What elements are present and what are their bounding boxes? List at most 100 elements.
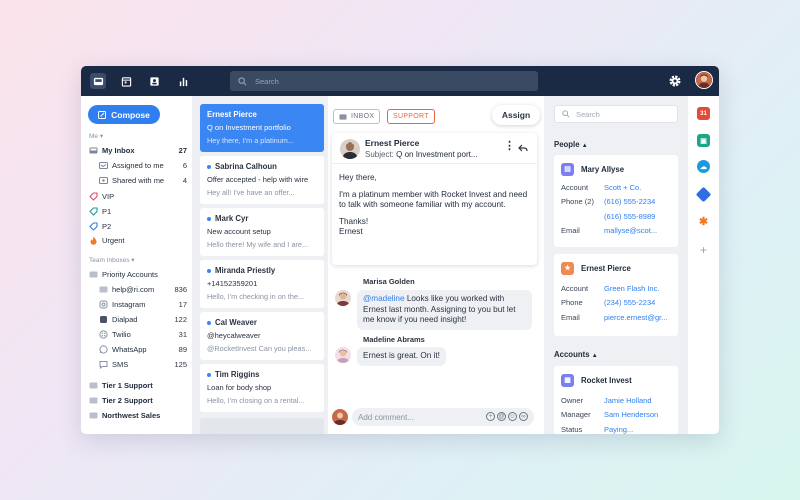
field-label: Email bbox=[561, 226, 580, 236]
message-text: I'm a platinum member with Rocket Invest… bbox=[339, 189, 528, 210]
tag-icon bbox=[89, 206, 98, 216]
compose-icon bbox=[98, 110, 107, 119]
account-card[interactable]: ▦ Rocket Invest Owner Jamie Holland Manage… bbox=[554, 366, 678, 434]
section-team-inboxes[interactable]: Team Inboxes ▾ bbox=[89, 256, 135, 264]
inbox-tag[interactable]: INBOX bbox=[333, 109, 381, 124]
field-label: Email bbox=[561, 312, 580, 322]
compose-button[interactable]: Compose bbox=[88, 105, 160, 124]
instagram-icon bbox=[99, 300, 108, 309]
channel-item[interactable]: Twilio 31 bbox=[99, 328, 187, 340]
gear-icon[interactable] bbox=[668, 74, 682, 88]
channel-label: SMS bbox=[112, 359, 129, 369]
channel-item[interactable]: Instagram 17 bbox=[99, 298, 187, 310]
unread-dot bbox=[207, 372, 211, 377]
channel-label: Twilio bbox=[112, 329, 131, 339]
field-label: Status bbox=[561, 424, 583, 434]
calendar-app-icon[interactable]: 31 bbox=[697, 107, 710, 120]
conversation-card[interactable]: Miranda Priestly +14152359201 Hello, I'm… bbox=[200, 260, 324, 308]
add-app-icon[interactable]: + bbox=[697, 243, 710, 257]
search-placeholder: Search bbox=[576, 109, 600, 119]
link-icon[interactable]: ∞ bbox=[519, 412, 528, 421]
contact-search-input[interactable]: Search bbox=[554, 105, 678, 123]
conversation-card[interactable]: Sabrina Calhoun Offer accepted - help wi… bbox=[200, 156, 324, 204]
contacts-app-icon[interactable]: ▣ bbox=[697, 134, 710, 147]
salesforce-icon[interactable]: ☁ bbox=[697, 160, 710, 173]
sms-icon bbox=[99, 360, 108, 369]
field-value[interactable]: Sam Henderson bbox=[604, 410, 658, 419]
channel-item[interactable]: WhatsApp 89 bbox=[99, 343, 187, 355]
sidebar-item-tier2[interactable]: Tier 2 Support bbox=[89, 394, 187, 406]
emoji-icon[interactable]: ☺ bbox=[508, 412, 517, 421]
search-placeholder: Search bbox=[255, 76, 279, 86]
user-avatar[interactable] bbox=[695, 71, 713, 89]
conversation-card[interactable]: Mark Cyr New account setup Hello there! … bbox=[200, 208, 324, 256]
conversation-preview: Hey there, I'm a platinum... bbox=[207, 136, 294, 145]
current-user-avatar bbox=[332, 409, 348, 425]
hubspot-icon[interactable]: ✱ bbox=[697, 215, 710, 228]
field-value[interactable]: Scott + Co. bbox=[604, 183, 641, 192]
person-card[interactable]: ▤ Mary Allyse Account Scott + Co. Phone (2… bbox=[554, 155, 678, 247]
sidebar: Compose Me ▾ My Inbox 27 Assigned to me … bbox=[81, 96, 193, 434]
section-me-label: Me bbox=[89, 133, 99, 140]
analytics-icon[interactable] bbox=[175, 73, 191, 89]
support-tag[interactable]: SUPPORT bbox=[387, 109, 435, 124]
comment-author: Marisa Golden bbox=[363, 277, 415, 286]
calendar-icon[interactable] bbox=[118, 73, 134, 89]
sidebar-item-tier1[interactable]: Tier 1 Support bbox=[89, 379, 187, 391]
sidebar-item-shared[interactable]: Shared with me 4 bbox=[99, 174, 187, 186]
field-value[interactable]: (616) 555-2234 bbox=[604, 197, 655, 206]
field-value[interactable]: (616) 555-8989 bbox=[604, 212, 655, 221]
channel-item[interactable]: SMS 125 bbox=[99, 358, 187, 370]
conversation-preview: Hey all! I've have an offer... bbox=[207, 188, 295, 197]
item-count: 125 bbox=[174, 359, 187, 369]
sidebar-item-my-inbox[interactable]: My Inbox 27 bbox=[89, 144, 187, 156]
sidebar-item-priority-accounts[interactable]: Priority Accounts bbox=[89, 268, 187, 280]
global-search-input[interactable]: Search bbox=[230, 71, 538, 91]
field-value[interactable]: Green Flash Inc. bbox=[604, 284, 659, 293]
conversation-card[interactable] bbox=[200, 418, 324, 434]
field-value[interactable]: Paying... bbox=[604, 425, 633, 434]
conversation-subject: Offer accepted - help with wire bbox=[207, 175, 309, 184]
contact-name: Sabrina Calhoun bbox=[215, 162, 277, 171]
section-me[interactable]: Me ▾ bbox=[89, 132, 103, 140]
mention-link[interactable]: @madeline bbox=[363, 294, 405, 303]
comment-author: Madeline Abrams bbox=[363, 335, 425, 344]
sidebar-item-urgent[interactable]: Urgent bbox=[89, 234, 187, 246]
channel-item[interactable]: Dialpad 122 bbox=[99, 313, 187, 325]
sidebar-item-p2[interactable]: P2 bbox=[89, 220, 187, 232]
sidebar-item-northwest[interactable]: Northwest Sales bbox=[89, 409, 187, 421]
comment-input[interactable]: Add comment... + @ ☺ ∞ bbox=[352, 408, 534, 426]
assign-button[interactable]: Assign bbox=[492, 105, 540, 125]
more-options-icon[interactable]: ⋮ bbox=[504, 141, 515, 152]
field-value[interactable]: (234) 555-2234 bbox=[604, 298, 655, 307]
app-rail: 31 ▣ ☁ ✱ + bbox=[687, 96, 719, 434]
person-name: Ernest Pierce bbox=[581, 263, 631, 273]
channel-item[interactable]: help@ri.com 836 bbox=[99, 283, 187, 295]
jira-icon[interactable] bbox=[695, 186, 712, 203]
accounts-section-header[interactable]: Accounts ▲ bbox=[554, 350, 598, 359]
conversation-card[interactable]: Tim Riggins Loan for body shop Hello, I'… bbox=[200, 364, 324, 412]
sidebar-item-label: My Inbox bbox=[102, 145, 135, 155]
conversation-card[interactable]: Cal Weaver @heycalweaver @RocketInvest C… bbox=[200, 312, 324, 360]
conversation-card[interactable]: Ernest Pierce Q on Investment portfolio … bbox=[200, 104, 324, 152]
people-section-header[interactable]: People ▲ bbox=[554, 140, 588, 149]
field-value[interactable]: pierce.ernest@gr... bbox=[604, 313, 667, 322]
unread-dot bbox=[207, 268, 211, 273]
item-count: 122 bbox=[174, 314, 187, 324]
inbox-icon bbox=[89, 411, 98, 420]
sidebar-item-vip[interactable]: VIP bbox=[89, 190, 187, 202]
comment-bubble: @madeline Looks like you worked with Ern… bbox=[357, 290, 532, 330]
chevron-up-icon: ▲ bbox=[591, 353, 598, 359]
field-value[interactable]: mallyse@scot... bbox=[604, 226, 657, 235]
field-value[interactable]: Jamie Holland bbox=[604, 396, 652, 405]
sidebar-item-label: Shared with me bbox=[112, 175, 165, 185]
mention-icon[interactable]: @ bbox=[497, 412, 506, 421]
sidebar-item-p1[interactable]: P1 bbox=[89, 205, 187, 217]
inbox-icon[interactable] bbox=[90, 73, 106, 89]
add-icon[interactable]: + bbox=[486, 412, 495, 421]
contact-name: Miranda Priestly bbox=[215, 266, 276, 275]
contacts-icon[interactable] bbox=[146, 73, 162, 89]
sidebar-item-assigned[interactable]: Assigned to me 6 bbox=[99, 159, 187, 171]
person-card[interactable]: ★ Ernest Pierce Account Green Flash Inc. P… bbox=[554, 254, 678, 336]
reply-icon[interactable] bbox=[518, 143, 528, 153]
